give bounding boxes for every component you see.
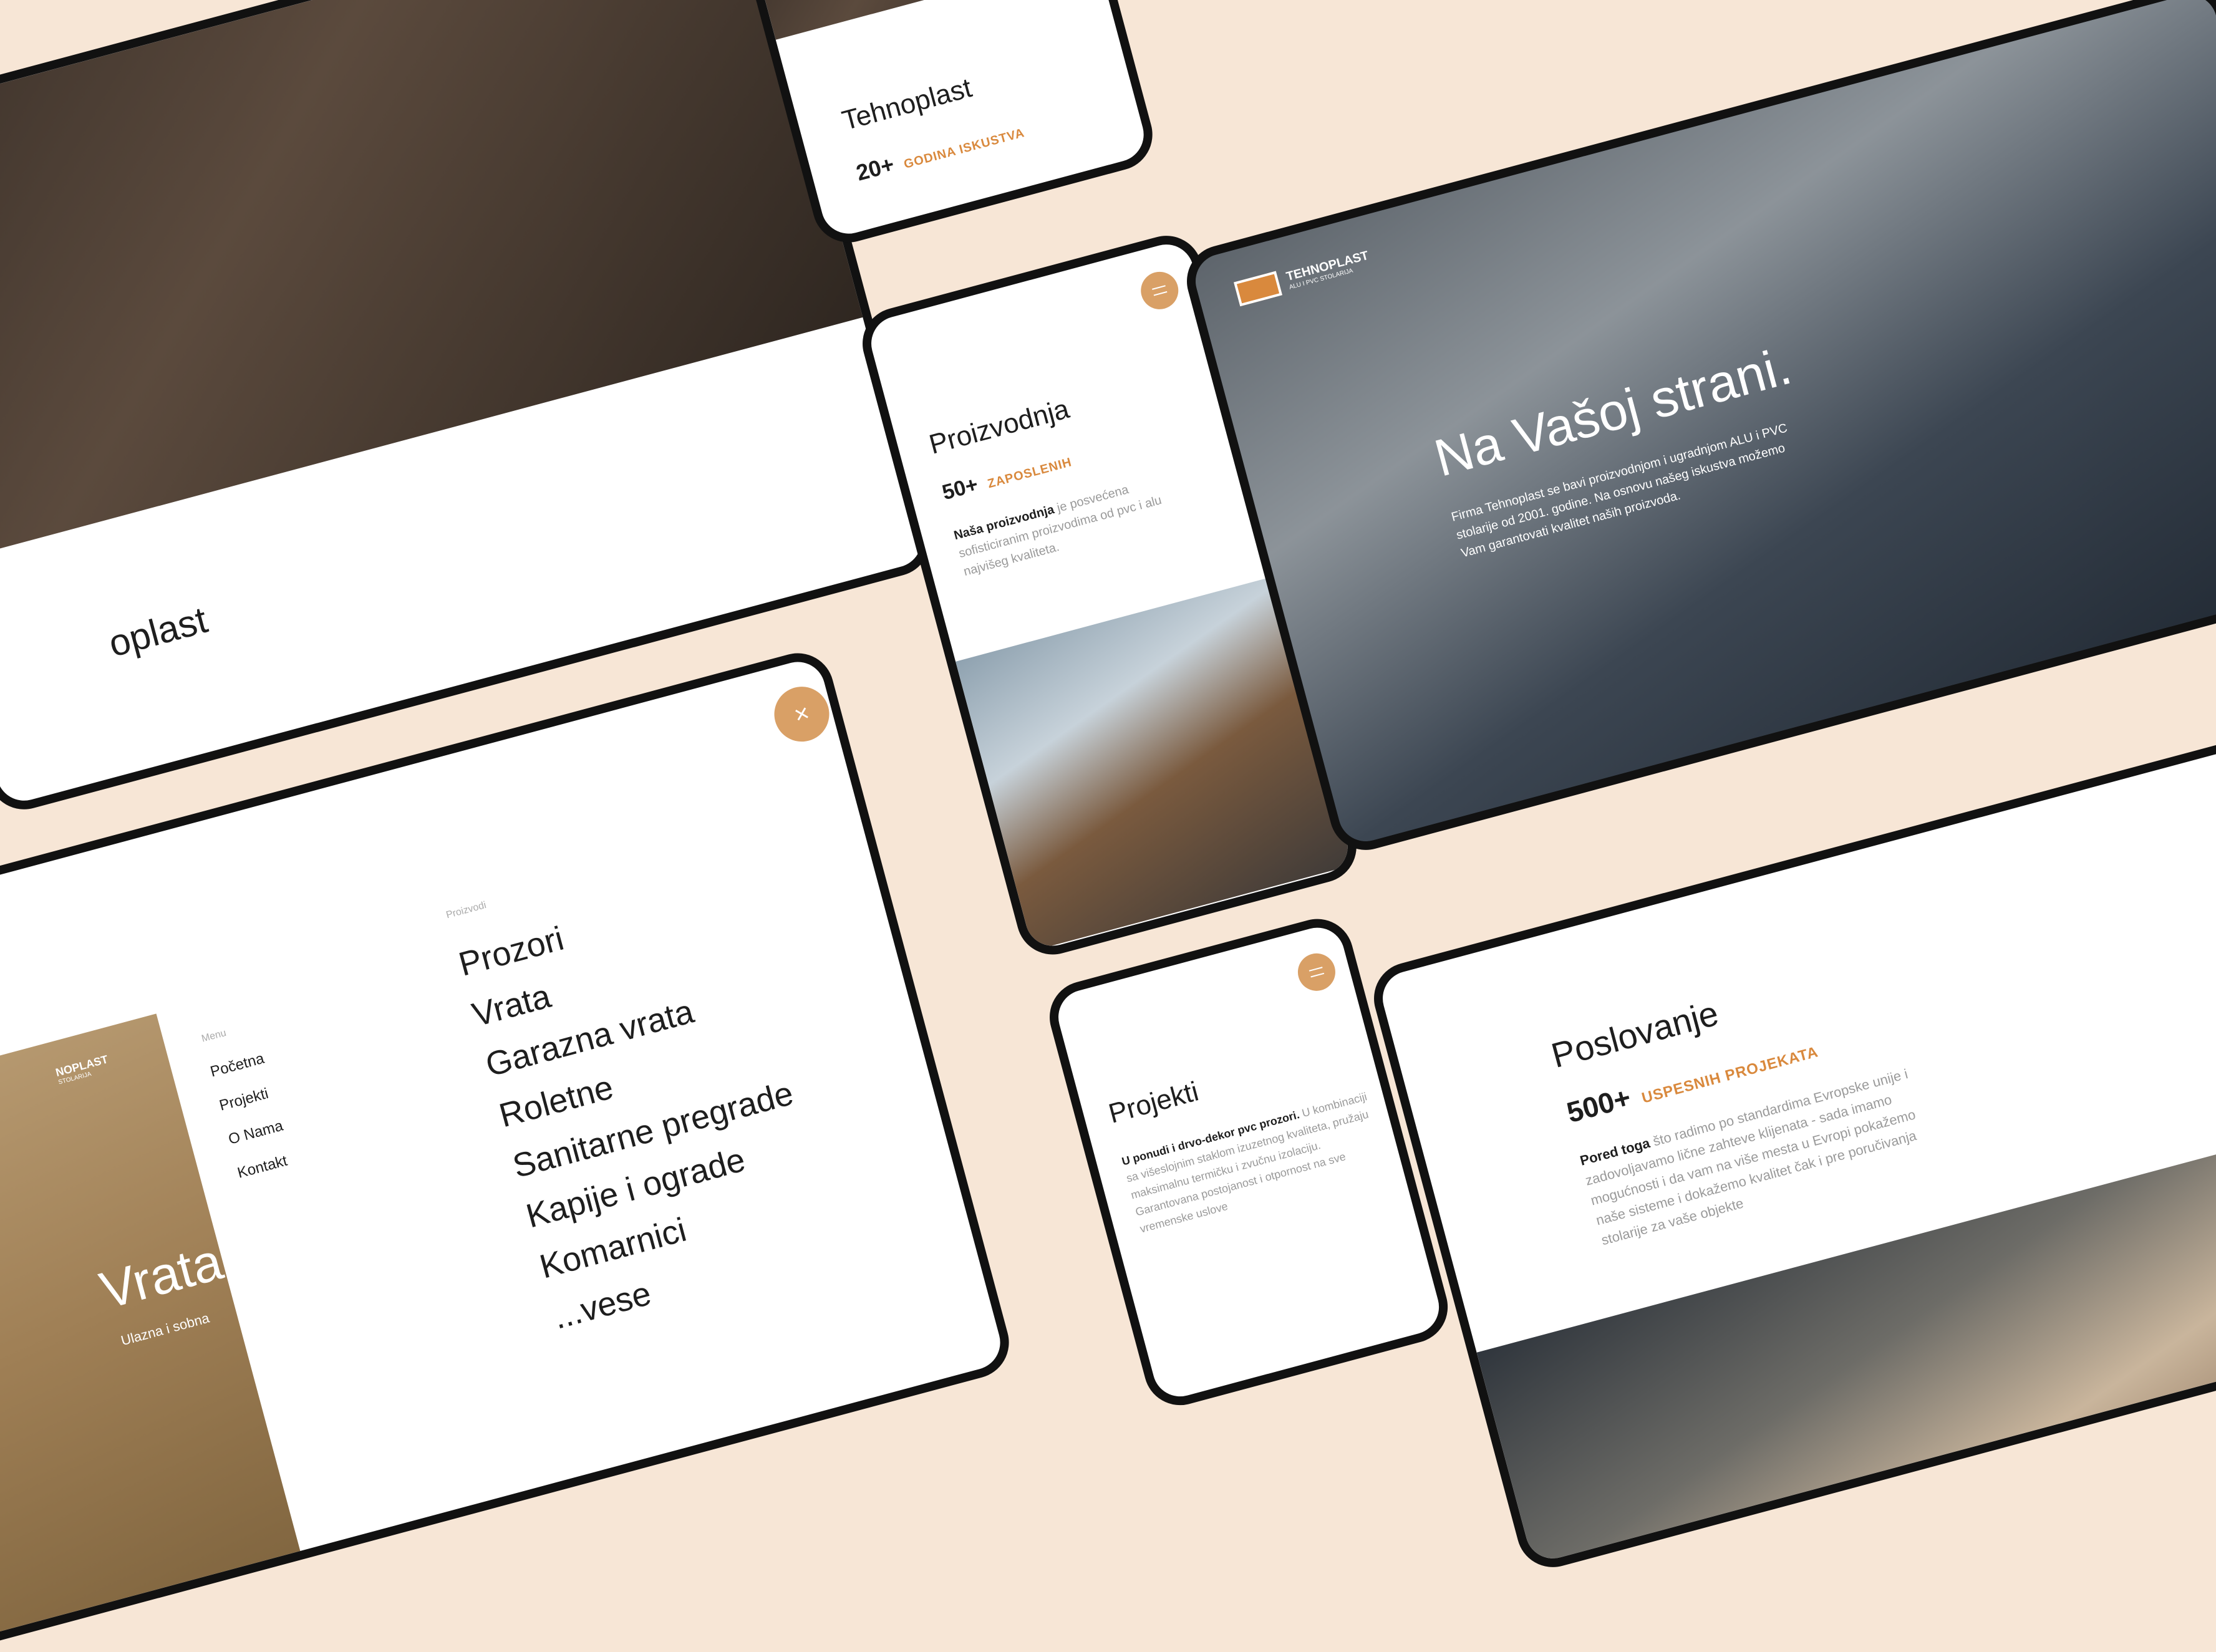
menu-button[interactable] bbox=[1136, 268, 1183, 314]
main-menu: Početna Projekti O Nama Kontakt bbox=[208, 1050, 298, 1199]
menu-item-projekti[interactable]: Projekti bbox=[218, 1083, 276, 1114]
menu-item-pocetna[interactable]: Početna bbox=[208, 1050, 267, 1081]
menu-label: Menu bbox=[200, 1027, 228, 1045]
stat-label: GODINA ISKUSTVA bbox=[902, 126, 1027, 171]
card-title: Proizvodnja bbox=[926, 393, 1073, 460]
tablet-menu: NOPLAST STOLARIJA Vrata. Ulazna i sobna … bbox=[0, 645, 1017, 1652]
workshop-photo bbox=[0, 0, 880, 565]
mockup-stage: oplast Tehnoplast 20+ GODINA ISKUSTVA Pr… bbox=[0, 0, 2216, 1652]
tablet-poslovanje: Poslovanje 500+ USPESNIH PROJEKATA Pored… bbox=[1366, 718, 2216, 1575]
hamburger-icon bbox=[1309, 967, 1325, 978]
menu-button[interactable] bbox=[1294, 949, 1340, 995]
products-label: Proizvodi bbox=[445, 899, 488, 921]
close-button[interactable]: × bbox=[768, 680, 836, 748]
stat-row: 50+ ZAPOSLENIH bbox=[940, 448, 1074, 506]
stat-number: 50+ bbox=[939, 472, 981, 505]
stat-number: 20+ bbox=[853, 151, 897, 186]
products-menu: Prozori Vrata Garazna vrata Roletne Sani… bbox=[453, 866, 839, 1344]
menu-item-kontakt[interactable]: Kontakt bbox=[236, 1151, 294, 1182]
hero-photo bbox=[1189, 0, 2216, 858]
close-icon: × bbox=[791, 698, 813, 730]
stat-label: ZAPOSLENIH bbox=[986, 455, 1074, 491]
phone-photo bbox=[747, 0, 1113, 40]
card-title: oplast bbox=[104, 598, 212, 665]
menu-item-o-nama[interactable]: O Nama bbox=[226, 1118, 285, 1149]
card-title: Tehnoplast bbox=[838, 72, 975, 137]
hamburger-icon bbox=[1152, 285, 1168, 296]
stat-number: 500+ bbox=[1563, 1081, 1635, 1129]
tablet-hero: TEHNOPLAST ALU I PVC STOLARIJA Na Vašoj … bbox=[1179, 0, 2216, 858]
card-title: Projekti bbox=[1105, 1076, 1202, 1129]
